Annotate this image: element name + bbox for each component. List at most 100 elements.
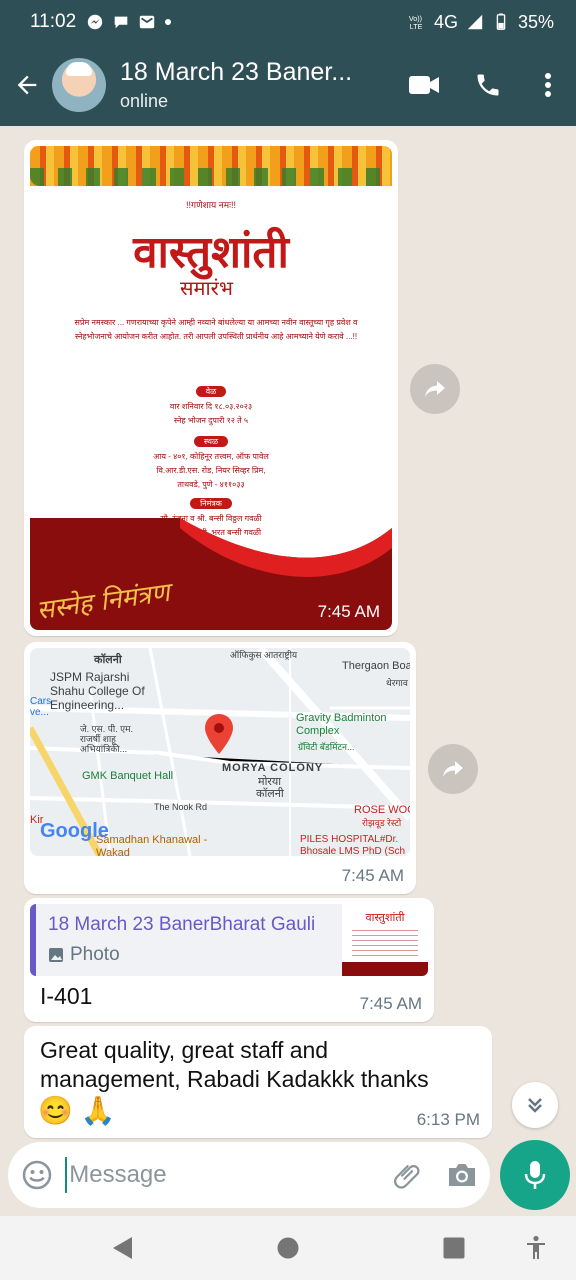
map-label: Gravity Badminton Complex (296, 712, 387, 737)
video-call-button[interactable] (392, 53, 456, 117)
camera-icon (449, 1164, 476, 1186)
card-subtitle: समारंभ (180, 276, 233, 300)
contact-avatar[interactable] (52, 58, 106, 112)
map-label: ROSE WOO (354, 804, 410, 816)
quoted-type: Photo (48, 944, 120, 966)
map-label: रोझवूड रेस्टो (362, 818, 402, 828)
location-message[interactable]: कॉलनी ऑफिकुस आतराष्ट्रीय Thergaon Boa थे… (24, 642, 416, 894)
card-top-line: !!गणेशाय नमः!! (186, 200, 236, 210)
microphone-icon (524, 1161, 546, 1189)
forward-arrow-icon (443, 761, 463, 777)
card-title: वास्तुशांती (133, 227, 289, 278)
arrow-left-icon (17, 75, 37, 95)
map-label: GMK Banquet Hall (82, 770, 174, 782)
message-emoji: 😊 🙏 (38, 1095, 116, 1126)
triangle-back-icon (113, 1237, 132, 1259)
voice-call-button[interactable] (456, 53, 520, 117)
battery-icon (496, 13, 506, 30)
message-composer (8, 1142, 490, 1208)
chat-bubble-icon (114, 16, 128, 29)
map-label: कॉलनी (256, 788, 284, 800)
forward-button[interactable] (428, 744, 478, 794)
voice-message-button[interactable] (500, 1140, 570, 1210)
contact-info[interactable]: 18 March 23 Baner... online (120, 58, 392, 112)
text-message[interactable]: Great quality, great staff and managemen… (24, 1026, 492, 1138)
kebab-menu-icon (545, 73, 551, 97)
map-label: ग्रॅविटी बॅडमिंटन... (298, 742, 355, 752)
message-time: 7:45 AM (317, 602, 380, 621)
accessibility-button[interactable] (522, 1234, 550, 1262)
map-label: जे. एस. पी. एम. राजर्षी शाहू अभियांत्रिक… (80, 724, 134, 754)
map-label: Samadhan Khanawal - Wakad (96, 834, 208, 856)
chat-title: 18 March 23 Baner... (120, 58, 353, 86)
message-time: 7:45 AM (359, 994, 422, 1013)
marigold-garland (30, 146, 392, 186)
scroll-to-bottom-button[interactable] (512, 1082, 558, 1128)
square-recents-icon (443, 1237, 465, 1259)
quoted-thumbnail: वास्तुशांती (342, 904, 428, 976)
smiley-icon (22, 1160, 51, 1190)
map-label: Cars ve... (30, 696, 52, 718)
emoji-button[interactable] (8, 1159, 65, 1191)
back-button[interactable] (2, 44, 52, 126)
chat-area[interactable]: !!गणेशाय नमः!! वास्तुशांती समारंभ सप्रेम… (0, 126, 576, 1140)
invitation-image[interactable]: !!गणेशाय नमः!! वास्तुशांती समारंभ सप्रेम… (30, 146, 392, 630)
volte-icon: Vo))LTE (409, 14, 423, 31)
map-label: JSPM Rajarshi Shahu College Of Engineeri… (50, 670, 145, 712)
message-time: 7:45 AM (341, 866, 404, 885)
message-text: I-401 (40, 983, 93, 1009)
messenger-icon (87, 14, 103, 30)
attach-button[interactable] (379, 1160, 434, 1190)
reply-message[interactable]: 18 March 23 BanerBharat Gauli Photo वास्… (24, 898, 434, 1022)
video-camera-icon (409, 76, 439, 94)
map-label: The Nook Rd (154, 802, 208, 812)
mail-icon (139, 15, 155, 29)
circle-home-icon (277, 1237, 299, 1259)
forward-arrow-icon (425, 381, 445, 397)
chat-status: online (120, 91, 169, 111)
card-meal: स्नेह भोजन दुपारी १२ ते ५ (173, 416, 249, 425)
status-time: 11:02 (30, 11, 77, 32)
system-nav-bar (0, 1216, 576, 1280)
image-message[interactable]: !!गणेशाय नमः!! वास्तुशांती समारंभ सप्रेम… (24, 140, 398, 636)
nav-back-button[interactable] (108, 1234, 136, 1262)
message-time: 6:13 PM (416, 1110, 480, 1129)
quoted-message[interactable]: 18 March 23 BanerBharat Gauli Photo वास्… (30, 904, 428, 976)
forward-button[interactable] (410, 364, 460, 414)
camera-button[interactable] (435, 1161, 490, 1189)
notification-icons (86, 13, 172, 31)
nav-home-button[interactable] (274, 1234, 302, 1262)
quoted-sender: 18 March 23 BanerBharat Gauli (48, 914, 316, 935)
card-address-2: वि.आर.डी.एस. रोड, नियर सिव्हर प्रिम, (156, 466, 266, 475)
card-label-time: वेळ (30, 386, 392, 397)
photo-icon (49, 948, 63, 962)
more-options-button[interactable] (520, 53, 576, 117)
card-address-1: आय - ४०१, कोहिनूर तत्त्वम, ऑफ पावेल (153, 452, 269, 461)
card-address-3: ताथवडे, पुणे - ४११०३३ (177, 480, 245, 489)
svg-text:LTE: LTE (410, 22, 423, 31)
map-preview[interactable]: कॉलनी ऑफिकुस आतराष्ट्रीय Thergaon Boa थे… (30, 648, 410, 856)
location-pin-icon (205, 714, 233, 754)
map-label: थेरगाव (386, 678, 408, 688)
map-label: MORYA COLONY (222, 762, 324, 774)
battery-level: 35% (517, 11, 554, 32)
network-type: 4G (433, 11, 458, 32)
chat-header: 18 March 23 Baner... online (0, 44, 576, 126)
map-label: ऑफिकुस आतराष्ट्रीय (230, 650, 298, 660)
card-paragraph: सप्रेम नमस्कार ... गणरायाच्या कृपेने आम्… (74, 318, 358, 341)
map-label: कॉलनी (94, 654, 122, 666)
accessibility-icon (527, 1235, 545, 1259)
nav-recents-button[interactable] (440, 1234, 468, 1262)
map-label: Thergaon Boa (342, 660, 410, 672)
phone-icon (477, 74, 499, 96)
paperclip-icon (393, 1164, 420, 1189)
signal-icon (467, 14, 483, 30)
map-label: PILES HOSPITAL#Dr. Bhosale LMS PhD (Sch (300, 834, 406, 856)
card-label-host: निमंत्रक (30, 498, 392, 509)
card-label-place: स्थळ (30, 436, 392, 447)
message-input[interactable] (65, 1157, 380, 1193)
message-text: Great quality, great staff and managemen… (40, 1037, 429, 1092)
status-bar: 11:02 Vo)) LTE 4G 35% (0, 0, 576, 44)
dot-icon (165, 19, 172, 25)
card-date: वार शनिवार दि १८.०३.२०२३ (169, 402, 253, 411)
